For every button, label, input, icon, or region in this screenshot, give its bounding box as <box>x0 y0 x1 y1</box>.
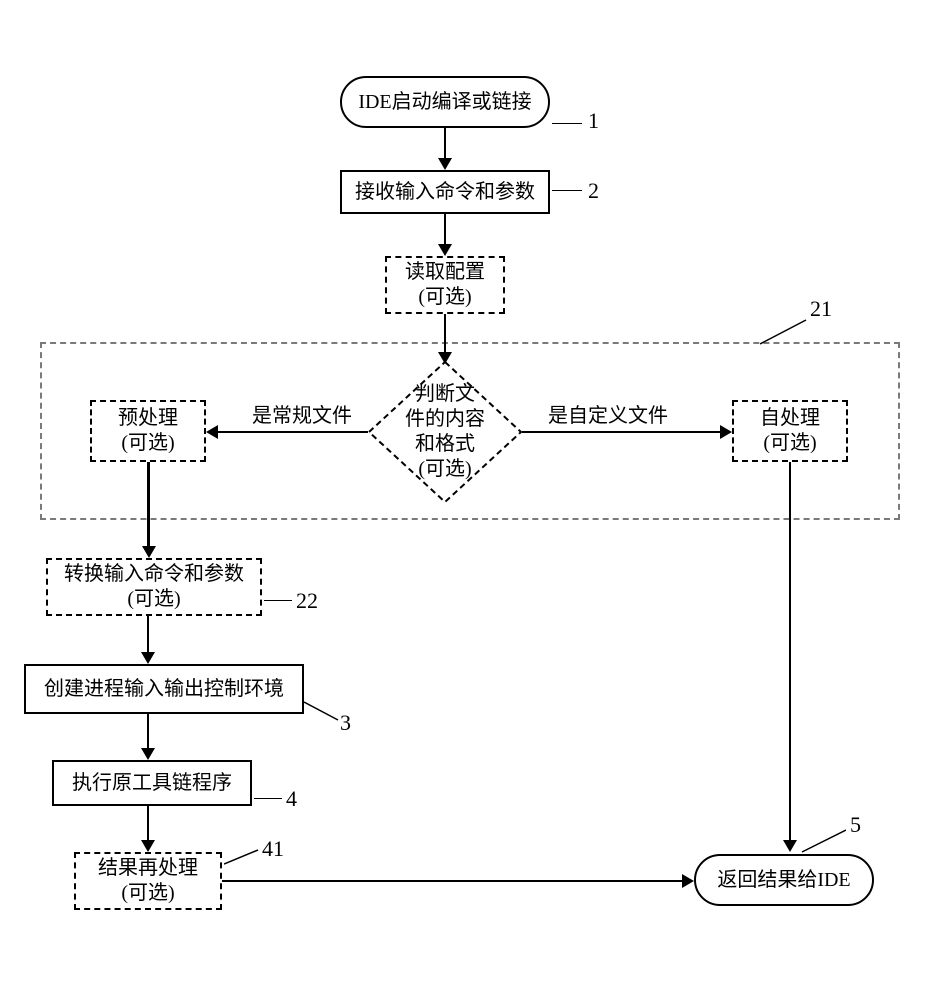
judge-l3: 和格式 <box>415 432 475 457</box>
recv-box: 接收输入命令和参数 <box>340 170 550 214</box>
judge-l4: (可选) <box>418 457 471 482</box>
createenv-box: 创建进程输入输出控制环境 <box>24 664 304 714</box>
arrow-pre-convert <box>147 462 150 548</box>
arrow-env-exec <box>147 714 149 750</box>
leader-22 <box>264 600 292 601</box>
pre-l2: (可选) <box>121 431 174 456</box>
num-4: 4 <box>286 786 297 812</box>
arrowhead-judge-pre <box>206 425 218 439</box>
arrowhead-convert-env <box>141 652 155 664</box>
arrow-post-return <box>222 880 684 882</box>
arrowhead-post-return <box>682 874 694 888</box>
self-box: 自处理 (可选) <box>732 400 848 462</box>
readcfg-l2: (可选) <box>418 285 471 310</box>
exec-box: 执行原工具链程序 <box>52 760 252 806</box>
leader-4 <box>254 798 282 799</box>
convert-l2: (可选) <box>127 587 180 612</box>
start-text: IDE启动编译或链接 <box>358 90 531 115</box>
post-l1: 结果再处理 <box>98 856 198 881</box>
arrowhead-self-return <box>783 840 797 852</box>
num-5: 5 <box>850 812 861 838</box>
edge-left-label: 是常规文件 <box>252 404 352 428</box>
arrowhead-pre-convert <box>142 546 156 558</box>
arrowhead-1-2 <box>438 158 452 170</box>
arrowhead-env-exec <box>141 748 155 760</box>
num-41: 41 <box>262 836 284 862</box>
flowchart-canvas: IDE启动编译或链接 1 接收输入命令和参数 2 读取配置 (可选) 21 判断… <box>0 0 930 1000</box>
pre-l1: 预处理 <box>118 406 178 431</box>
arrow-1-2 <box>444 128 446 160</box>
judge-l1: 判断文 <box>415 382 475 407</box>
num-21: 21 <box>810 296 832 322</box>
arrow-2-cfg <box>444 214 446 246</box>
leader-2 <box>552 190 582 191</box>
readcfg-l1: 读取配置 <box>405 260 485 285</box>
start-terminator: IDE启动编译或链接 <box>340 76 550 128</box>
leader-5 <box>800 828 846 854</box>
arrowhead-2-cfg <box>438 244 452 256</box>
leader-3 <box>304 700 340 722</box>
num-22: 22 <box>296 588 318 614</box>
return-text: 返回结果给IDE <box>717 868 850 893</box>
arrow-convert-env <box>147 616 149 654</box>
recv-text: 接收输入命令和参数 <box>355 180 535 205</box>
num-3: 3 <box>340 710 351 736</box>
readcfg-box: 读取配置 (可选) <box>385 256 505 314</box>
leader-21 <box>760 318 808 346</box>
arrowhead-exec-post <box>141 840 155 852</box>
convert-box: 转换输入命令和参数 (可选) <box>46 558 262 616</box>
judge-l2: 件的内容 <box>405 407 485 432</box>
arrowhead-judge-self <box>720 425 732 439</box>
leader-41 <box>224 848 260 866</box>
arrow-judge-pre <box>218 431 368 433</box>
self-l1: 自处理 <box>760 406 820 431</box>
exec-text: 执行原工具链程序 <box>72 771 232 796</box>
createenv-text: 创建进程输入输出控制环境 <box>44 677 284 702</box>
num-1: 1 <box>588 108 599 134</box>
judge-diamond: 判断文 件的内容 和格式 (可选) <box>365 358 525 506</box>
return-terminator: 返回结果给IDE <box>694 854 874 906</box>
post-box: 结果再处理 (可选) <box>74 852 222 910</box>
post-l2: (可选) <box>121 881 174 906</box>
arrow-cfg-judge <box>444 314 446 354</box>
arrow-self-return <box>789 462 791 842</box>
edge-right-label: 是自定义文件 <box>548 404 668 428</box>
num-2: 2 <box>588 178 599 204</box>
leader-1 <box>552 123 582 124</box>
arrow-judge-self <box>522 431 722 433</box>
self-l2: (可选) <box>763 431 816 456</box>
pre-box: 预处理 (可选) <box>90 400 206 462</box>
arrow-exec-post <box>147 806 149 842</box>
convert-l1: 转换输入命令和参数 <box>64 562 244 587</box>
